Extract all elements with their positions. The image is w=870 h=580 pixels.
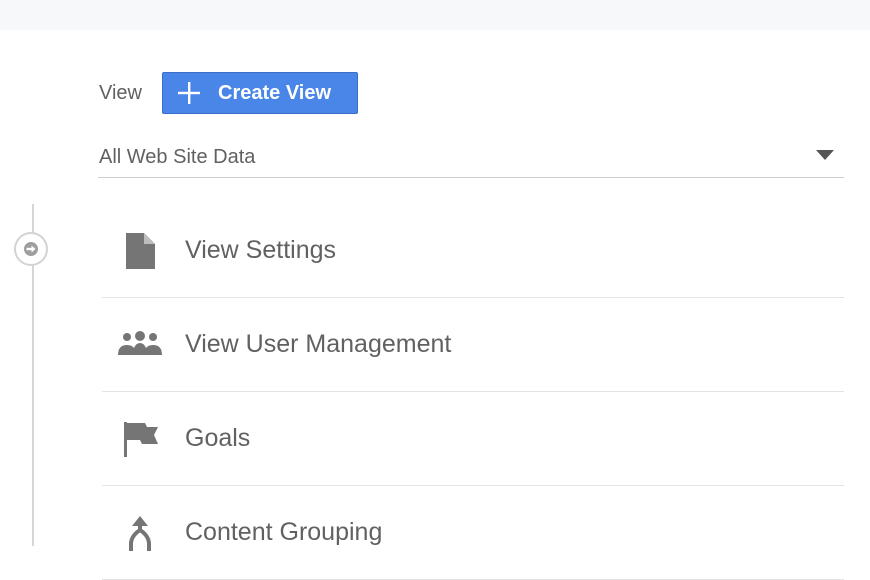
flag-icon	[116, 419, 164, 459]
caret-down-icon[interactable]	[816, 150, 834, 160]
menu-item-view-settings[interactable]: View Settings	[102, 204, 844, 298]
plus-icon	[176, 80, 202, 106]
merge-arrow-icon	[116, 513, 164, 553]
view-menu: View Settings View User Management Goals	[102, 204, 844, 580]
view-selector-dropdown[interactable]: All Web Site Data	[98, 140, 844, 178]
document-icon	[116, 231, 164, 271]
create-view-button[interactable]: Create View	[162, 72, 358, 114]
menu-item-label: View Settings	[185, 236, 337, 264]
menu-item-content-grouping[interactable]: Content Grouping	[102, 486, 844, 580]
view-header: View Create View	[99, 72, 358, 114]
menu-item-label: View User Management	[185, 330, 452, 358]
current-section-arrow-icon	[14, 232, 48, 266]
menu-item-view-user-management[interactable]: View User Management	[102, 298, 844, 392]
create-view-label: Create View	[218, 81, 332, 104]
menu-item-label: Goals	[185, 424, 251, 452]
people-icon	[116, 325, 164, 365]
top-strip	[0, 0, 870, 30]
view-label: View	[99, 81, 142, 104]
menu-item-goals[interactable]: Goals	[102, 392, 844, 486]
menu-item-label: Content Grouping	[185, 518, 383, 546]
view-selector-value: All Web Site Data	[99, 146, 256, 168]
